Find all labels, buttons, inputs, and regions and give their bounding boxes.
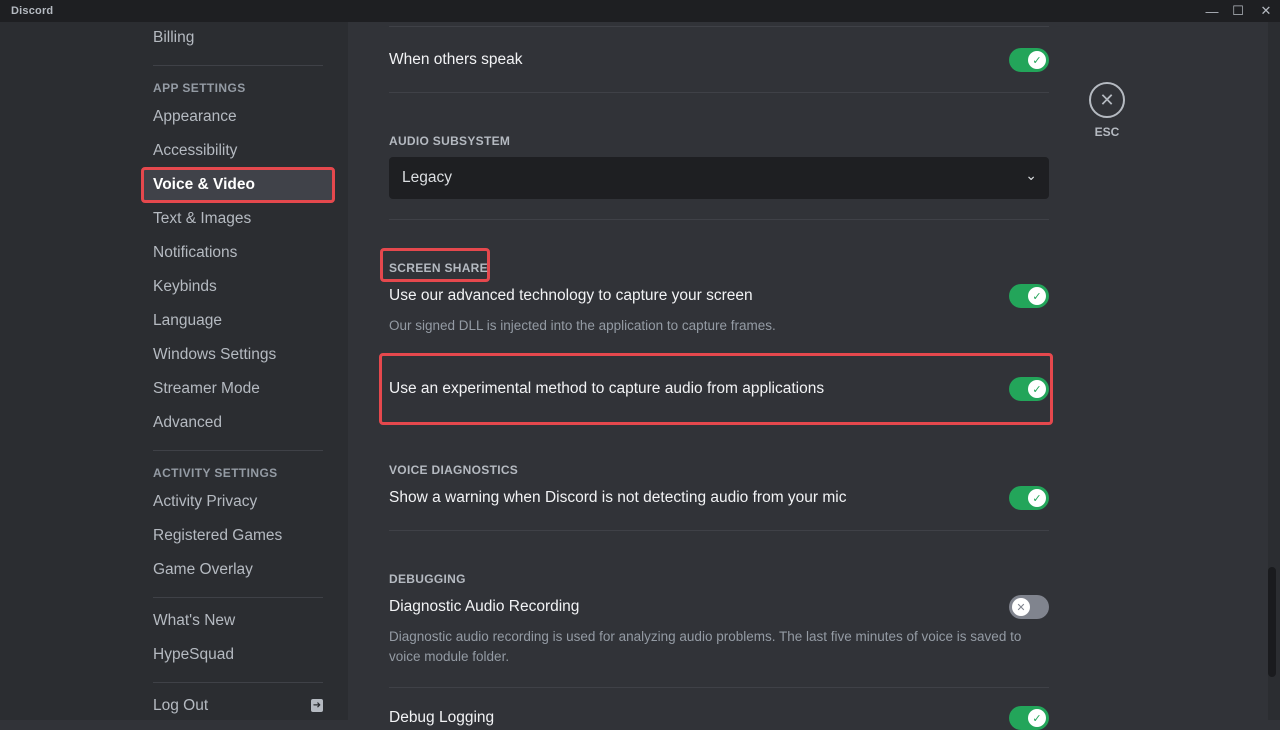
advanced-capture-label: Use our advanced technology to capture y… [389, 287, 753, 304]
debugging-title: DEBUGGING [389, 572, 466, 586]
experimental-audio-label: Use an experimental method to capture au… [389, 380, 825, 397]
sidebar-item-keybinds[interactable]: Keybinds [141, 271, 335, 303]
sidebar-divider [153, 597, 323, 598]
settings-sidebar: Billing APP SETTINGS Appearance Accessib… [0, 22, 348, 720]
sidebar-item-advanced[interactable]: Advanced [141, 407, 335, 439]
sidebar-item-windows-settings[interactable]: Windows Settings [141, 339, 335, 371]
debug-logging-label: Debug Logging [389, 709, 495, 726]
content-scrollbar[interactable] [1268, 22, 1280, 720]
sidebar-item-accessibility[interactable]: Accessibility [141, 135, 335, 167]
section-divider [389, 219, 1049, 220]
chevron-down-icon: ⌄ [1025, 167, 1037, 183]
sidebar-header-activity-settings: ACTIVITY SETTINGS [153, 466, 278, 480]
diagnostic-audio-toggle[interactable]: ✕ [1009, 595, 1049, 619]
sidebar-item-appearance[interactable]: Appearance [141, 101, 335, 133]
experimental-audio-toggle[interactable]: ✓ [1009, 377, 1049, 401]
title-bar: Discord — ☐ ✕ [0, 0, 1280, 22]
app-title: Discord [11, 5, 54, 17]
mic-warning-toggle[interactable]: ✓ [1009, 486, 1049, 510]
check-icon: ✓ [1028, 51, 1046, 69]
sidebar-divider [153, 65, 323, 66]
sidebar-item-registered-games[interactable]: Registered Games [141, 520, 335, 552]
when-others-speak-label: When others speak [389, 51, 523, 68]
when-others-speak-toggle[interactable]: ✓ [1009, 48, 1049, 72]
minimize-button[interactable]: — [1198, 0, 1226, 22]
section-divider [389, 92, 1049, 93]
check-icon: ✓ [1028, 709, 1046, 727]
mic-warning-label: Show a warning when Discord is not detec… [389, 489, 847, 506]
audio-subsystem-title: AUDIO SUBSYSTEM [389, 134, 511, 148]
voice-diagnostics-title: VOICE DIAGNOSTICS [389, 463, 519, 477]
sidebar-header-app-settings: APP SETTINGS [153, 81, 246, 95]
esc-close-button[interactable]: ✕ ESC [1088, 82, 1126, 139]
diagnostic-audio-description: Diagnostic audio recording is used for a… [389, 629, 1022, 664]
x-icon: ✕ [1012, 598, 1030, 616]
sidebar-item-notifications[interactable]: Notifications [141, 237, 335, 269]
audio-subsystem-value: Legacy [402, 169, 452, 186]
check-icon: ✓ [1028, 380, 1046, 398]
section-divider [389, 530, 1049, 531]
sidebar-item-hypesquad[interactable]: HypeSquad [141, 639, 335, 671]
check-icon: ✓ [1028, 489, 1046, 507]
sidebar-divider [153, 450, 323, 451]
sidebar-item-activity-privacy[interactable]: Activity Privacy [141, 486, 335, 518]
sidebar-item-log-out[interactable]: Log Out ➜ [141, 690, 335, 722]
diagnostic-audio-label: Diagnostic Audio Recording [389, 598, 580, 615]
close-icon: ✕ [1089, 82, 1125, 118]
section-divider [389, 687, 1049, 688]
logout-icon: ➜ [311, 699, 323, 712]
sidebar-item-whats-new[interactable]: What's New [141, 605, 335, 637]
advanced-capture-toggle[interactable]: ✓ [1009, 284, 1049, 308]
sidebar-item-language[interactable]: Language [141, 305, 335, 337]
sidebar-item-voice-video[interactable]: Voice & Video [141, 167, 335, 203]
sidebar-item-game-overlay[interactable]: Game Overlay [141, 554, 335, 586]
screen-share-title: SCREEN SHARE [389, 261, 488, 275]
sidebar-item-billing[interactable]: Billing [141, 22, 335, 54]
settings-content: When others speak ✓ AUDIO SUBSYSTEM Lega… [348, 22, 1280, 730]
audio-subsystem-select[interactable]: Legacy ⌄ [389, 157, 1049, 199]
check-icon: ✓ [1028, 287, 1046, 305]
debug-logging-toggle[interactable]: ✓ [1009, 706, 1049, 730]
maximize-button[interactable]: ☐ [1224, 0, 1252, 22]
sidebar-item-streamer-mode[interactable]: Streamer Mode [141, 373, 335, 405]
esc-label: ESC [1094, 125, 1120, 139]
log-out-label: Log Out [153, 697, 209, 714]
close-window-button[interactable]: ✕ [1252, 0, 1280, 22]
advanced-capture-description: Our signed DLL is injected into the appl… [389, 318, 776, 333]
sidebar-item-text-images[interactable]: Text & Images [141, 203, 335, 235]
scrollbar-thumb[interactable] [1268, 567, 1276, 677]
section-divider [389, 26, 1049, 27]
sidebar-divider [153, 682, 323, 683]
